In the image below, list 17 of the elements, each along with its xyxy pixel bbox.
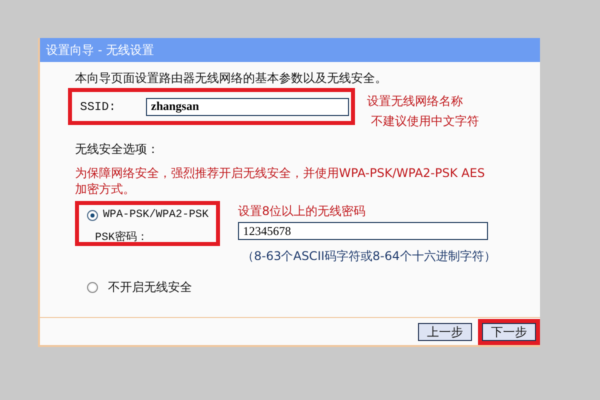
password-input[interactable]: 12345678 — [238, 222, 488, 240]
radio-button[interactable] — [87, 282, 98, 292]
annotation-note: 设置8位以上的无线密码 — [238, 203, 367, 220]
password-hint: （8-63个ASCII码字符或8-64个十六进制字符） — [242, 248, 496, 265]
intro-text: 本向导页面设置路由器无线网络的基本参数以及无线安全。 — [75, 70, 388, 86]
ssid-label: SSID: — [80, 100, 118, 114]
radio-button[interactable] — [87, 210, 98, 220]
wizard-button[interactable]: 下一步 — [482, 322, 536, 340]
security-warning: 为保障网络安全，强烈推荐开启无线安全，并使用WPA-PSK/WPA2-PSK AES加密方式。 — [75, 165, 486, 197]
option-label: WPA-PSK/WPA2-PSK — [103, 208, 209, 223]
option-label: 不开启无线安全 — [108, 279, 192, 295]
window-title: 设置向导 - 无线设置 — [40, 38, 540, 62]
ssid-input[interactable]: zhangsan — [146, 98, 349, 116]
annotation-note: 设置无线网络名称 — [367, 93, 464, 110]
wizard-button[interactable]: 上一步 — [418, 322, 472, 340]
security-heading: 无线安全选项： — [75, 141, 160, 157]
annotation-note: 不建议使用中文字符 — [371, 113, 479, 130]
